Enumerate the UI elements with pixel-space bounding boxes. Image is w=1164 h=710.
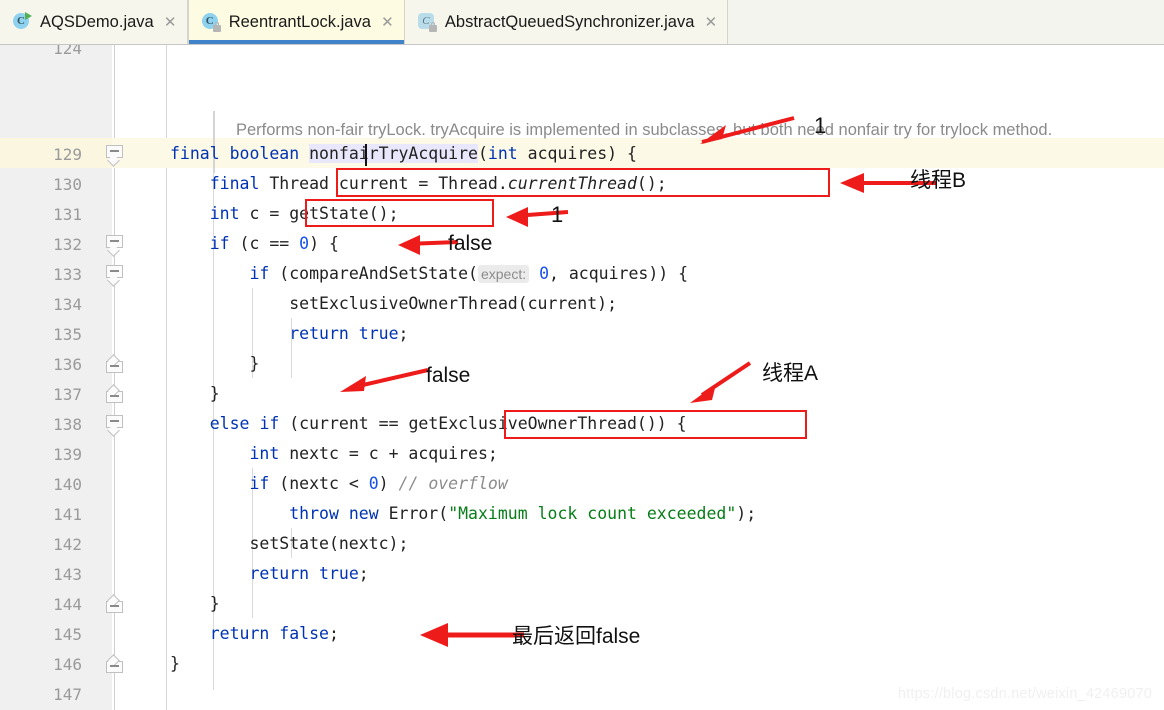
annotation-label-return-false: 最后返回false: [512, 625, 641, 648]
line-number: 144: [53, 595, 82, 614]
editor-tab-abstractqueuedsynchronizer[interactable]: C AbstractQueuedSynchronizer.java ✕: [404, 0, 729, 44]
tab-close-icon[interactable]: ✕: [381, 15, 394, 30]
fold-marker-end[interactable]: [106, 354, 124, 375]
line-number: 137: [53, 385, 82, 404]
line-number: 131: [53, 205, 82, 224]
fold-marker-collapse[interactable]: [106, 415, 124, 437]
tab-close-icon[interactable]: ✕: [164, 15, 177, 30]
line-number: 136: [53, 355, 82, 374]
code-line-141[interactable]: throw new Error("Maximum lock count exce…: [170, 504, 756, 523]
code-line-146[interactable]: }: [170, 654, 180, 673]
code-line-142[interactable]: setState(nextc);: [170, 534, 408, 553]
fold-marker-end[interactable]: [106, 384, 124, 405]
line-number: 140: [53, 475, 82, 494]
code-line-138[interactable]: else if (current == getExclusiveOwnerThr…: [170, 414, 687, 433]
code-line-143[interactable]: return true;: [170, 564, 368, 583]
fold-marker-collapse[interactable]: [106, 265, 124, 287]
code-line-144[interactable]: }: [170, 594, 220, 613]
text-caret: [365, 144, 367, 166]
code-editor[interactable]: 124 129 130 131 132 133 134 135 136 137 …: [0, 45, 1164, 710]
java-class-runnable-icon: C: [12, 12, 32, 32]
line-number: 147: [53, 685, 82, 704]
line-number: 146: [53, 655, 82, 674]
annotation-label-false-1: false: [448, 232, 493, 255]
code-line-134[interactable]: setExclusiveOwnerThread(current);: [170, 294, 617, 313]
code-line-129[interactable]: final boolean nonfairTryAcquire(int acqu…: [170, 144, 637, 163]
tab-close-icon[interactable]: ✕: [704, 15, 718, 30]
code-line-133[interactable]: if (compareAndSetState(expect: 0, acquir…: [170, 264, 688, 283]
code-line-130[interactable]: final Thread current = Thread.currentThr…: [170, 174, 667, 193]
java-abstract-class-readonly-icon: C: [417, 12, 437, 32]
code-line-131[interactable]: int c = getState();: [170, 204, 399, 223]
javadoc-comment[interactable]: Performs non-fair tryLock. tryAcquire is…: [236, 117, 1106, 143]
line-number: 145: [53, 625, 82, 644]
editor-tab-reentrantlock[interactable]: C ReentrantLock.java ✕: [187, 0, 405, 44]
fold-marker-end[interactable]: [106, 654, 124, 675]
javadoc-left-bar: [213, 111, 215, 173]
annotation-label-1: 1: [814, 113, 827, 138]
editor-tab-bar: C AQSDemo.java ✕ C ReentrantLock.java ✕ …: [0, 0, 1164, 45]
line-number: 135: [53, 325, 82, 344]
fold-marker-collapse[interactable]: [106, 235, 124, 257]
editor-tab-aqsdemo[interactable]: C AQSDemo.java ✕: [0, 0, 188, 44]
parameter-hint: expect:: [477, 265, 530, 283]
editor-tab-label: AQSDemo.java: [40, 12, 154, 31]
line-number: 124: [53, 45, 82, 58]
line-number: 142: [53, 535, 82, 554]
fold-marker-end[interactable]: [106, 594, 124, 615]
code-line-135[interactable]: return true;: [170, 324, 408, 343]
fold-marker-collapse[interactable]: [106, 145, 124, 167]
code-line-140[interactable]: if (nextc < 0) // overflow: [170, 474, 507, 493]
line-number: 132: [53, 235, 82, 254]
annotation-label-threadb: 线程B: [910, 169, 967, 192]
code-line-137[interactable]: }: [170, 384, 220, 403]
line-number: 139: [53, 445, 82, 464]
annotation-label-2: 1: [551, 202, 564, 227]
line-number: 129: [53, 145, 82, 164]
code-line-145[interactable]: return false;: [170, 624, 339, 643]
code-line-136[interactable]: }: [170, 354, 259, 373]
line-number: 130: [53, 175, 82, 194]
line-number: 141: [53, 505, 82, 524]
annotation-label-false-2: false: [426, 364, 471, 387]
line-number: 143: [53, 565, 82, 584]
java-class-readonly-icon: C: [201, 12, 221, 32]
annotation-label-threada: 线程A: [762, 362, 819, 385]
editor-tab-label: AbstractQueuedSynchronizer.java: [444, 12, 695, 31]
line-number: 138: [53, 415, 82, 434]
editor-tab-label: ReentrantLock.java: [228, 12, 371, 31]
watermark: https://blog.csdn.net/weixin_42469070: [897, 686, 1152, 702]
code-line-139[interactable]: int nextc = c + acquires;: [170, 444, 497, 463]
line-number: 133: [53, 265, 82, 284]
line-number: 134: [53, 295, 82, 314]
code-line-132[interactable]: if (c == 0) {: [170, 234, 339, 253]
